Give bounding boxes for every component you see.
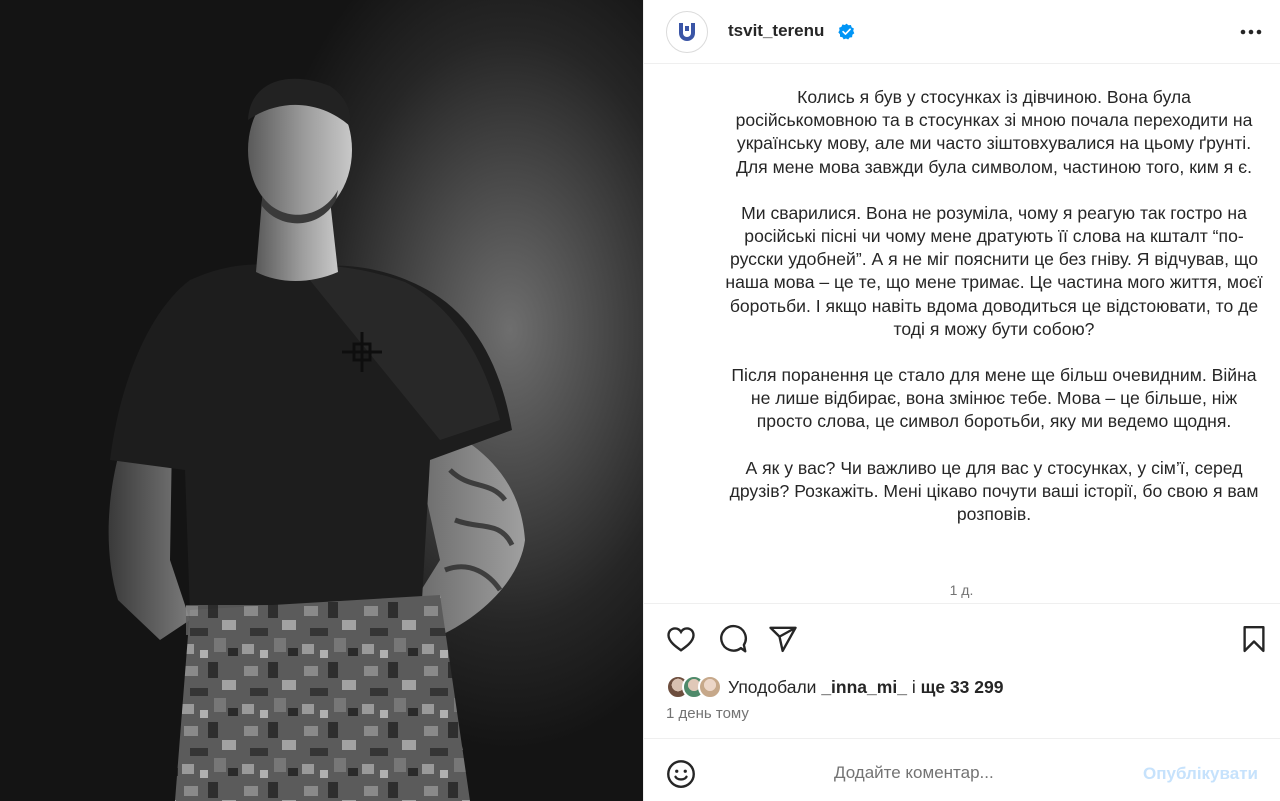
bookmark-icon[interactable] [1239, 624, 1269, 654]
post-date[interactable]: 1 день тому [666, 705, 749, 722]
more-options-icon[interactable] [1240, 29, 1262, 35]
send-icon[interactable] [768, 624, 798, 654]
verified-badge-icon [838, 23, 855, 40]
profile-avatar[interactable] [666, 11, 708, 53]
comment-bar: Опублікувати [644, 738, 1280, 801]
post-photo[interactable] [0, 0, 643, 801]
likes-text: Уподобали _inna_mi_ і ще 33 299 [728, 677, 1003, 698]
brand-logo-icon [679, 23, 695, 41]
post-username[interactable]: tsvit_terenu [728, 21, 824, 41]
post-actions: Уподобали _inna_mi_ і ще 33 299 1 день т… [644, 603, 1280, 737]
caption-paragraph: Після поранення це стало для мене ще біл… [731, 365, 1257, 432]
heart-icon[interactable] [666, 624, 696, 654]
caption-paragraph: А як у вас? Чи важливо це для вас у стос… [729, 457, 1259, 525]
publish-button[interactable]: Опублікувати [1143, 764, 1258, 784]
post-header: tsvit_terenu [644, 0, 1280, 64]
liker-avatar [698, 675, 722, 699]
likes-summary[interactable]: Уподобали _inna_mi_ і ще 33 299 [666, 675, 1003, 699]
post-caption: Колись я був у стосунках із дівчиною. Во… [724, 86, 1264, 526]
likes-conjunction: і [911, 676, 916, 697]
caption-paragraph: Колись я був у стосунках із дівчиною. Во… [735, 87, 1253, 177]
emoji-icon[interactable] [666, 759, 696, 789]
comment-input[interactable] [834, 763, 1134, 783]
soldier-portrait-image [108, 78, 525, 801]
caption-paragraph: Ми сварилися. Вона не розуміла, чому я р… [725, 202, 1263, 339]
comment-icon[interactable] [718, 624, 748, 654]
likes-prefix: Уподобали [728, 676, 817, 697]
caption-timestamp[interactable]: 1 д. [924, 582, 999, 598]
post-details-panel: tsvit_terenu Колись я був у стосунках із… [643, 0, 1280, 801]
liker-username[interactable]: _inna_mi_ [821, 677, 907, 697]
likes-count[interactable]: ще 33 299 [921, 677, 1004, 697]
